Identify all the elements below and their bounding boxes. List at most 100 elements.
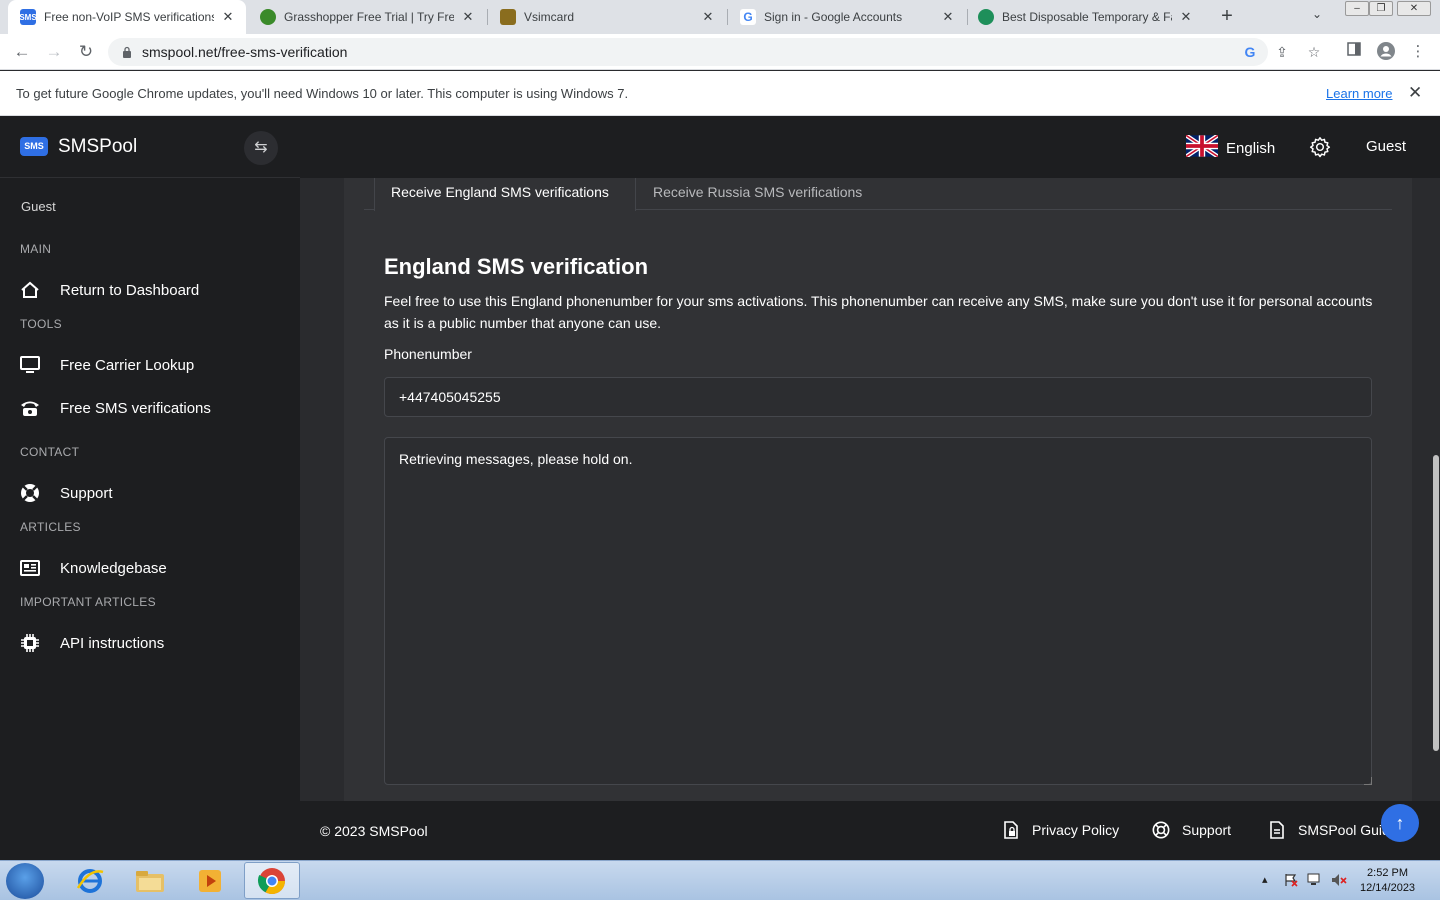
system-clock[interactable]: 2:52 PM 12/14/2023	[1360, 866, 1415, 896]
windows-taskbar: ▴ 2:52 PM 12/14/2023	[0, 860, 1440, 900]
close-tab-icon[interactable]: ✕	[1178, 9, 1194, 25]
privacy-policy-link[interactable]: Privacy Policy	[1002, 821, 1119, 839]
close-tab-icon[interactable]: ✕	[220, 9, 236, 25]
close-tab-icon[interactable]: ✕	[940, 9, 956, 25]
browser-tab-grasshopper[interactable]: Grasshopper Free Trial | Try Free ✕	[248, 0, 486, 34]
lock-icon[interactable]	[120, 45, 134, 59]
telephone-icon	[18, 396, 42, 420]
bookmark-star-icon[interactable]: ☆	[1306, 44, 1322, 60]
disposable-favicon-icon	[978, 9, 994, 25]
tab-russia[interactable]: Receive Russia SMS verifications	[653, 178, 862, 210]
sidebar-item-api-instructions[interactable]: API instructions	[18, 628, 282, 658]
language-label: English	[1226, 140, 1276, 157]
section-main-heading: MAIN	[20, 242, 52, 256]
clock-date: 12/14/2023	[1360, 882, 1416, 894]
home-icon	[18, 278, 42, 302]
sidebar-item-knowledgebase[interactable]: Knowledgebase	[18, 553, 282, 583]
internet-explorer-icon[interactable]	[62, 862, 118, 899]
browser-toolbar: ← → ↻ smspool.net/free-sms-verification …	[0, 34, 1440, 70]
lifebuoy-icon	[1152, 821, 1170, 839]
newspaper-icon	[18, 556, 42, 580]
page-footer: © 2023 SMSPool Privacy Policy Support SM…	[300, 801, 1440, 860]
sidebar-item-label: Free SMS verifications	[60, 399, 211, 417]
tab-england[interactable]: Receive England SMS verifications	[374, 178, 636, 211]
page-description: Feel free to use this England phonenumbe…	[384, 293, 1373, 331]
document-icon	[1268, 821, 1286, 839]
uk-flag-icon	[1184, 133, 1220, 162]
profile-avatar-icon[interactable]	[1376, 42, 1396, 62]
tab-search-chevron-icon[interactable]: ⌄	[1312, 7, 1322, 21]
forward-arrow-icon[interactable]: →	[44, 42, 64, 62]
chrome-menu-icon[interactable]: ⋮	[1408, 42, 1428, 62]
user-menu-guest[interactable]: Guest	[1366, 138, 1406, 155]
side-panel-icon[interactable]	[1344, 42, 1364, 62]
smspool-logo[interactable]: SMS	[20, 137, 48, 156]
copyright-text: © 2023 SMSPool	[320, 823, 428, 839]
section-contact-heading: CONTACT	[20, 445, 80, 459]
sidebar-item-support[interactable]: Support	[18, 478, 282, 508]
network-icon[interactable]	[1307, 873, 1323, 890]
browser-tab-disposable[interactable]: Best Disposable Temporary & Fa ✕	[966, 0, 1204, 34]
monitor-icon	[18, 353, 42, 377]
smspool-guide-link[interactable]: SMSPool Guide	[1268, 821, 1398, 839]
back-arrow-icon[interactable]: ←	[12, 42, 32, 62]
phone-number-label: Phonenumber	[384, 346, 472, 362]
sidebar-item-carrier-lookup[interactable]: Free Carrier Lookup	[18, 350, 282, 380]
sidebar-item-free-sms[interactable]: Free SMS verifications	[18, 393, 282, 423]
browser-tab-vsimcard[interactable]: Vsimcard ✕	[488, 0, 726, 34]
file-explorer-icon[interactable]	[122, 862, 178, 899]
sidebar-item-label: Return to Dashboard	[60, 281, 200, 299]
update-info-bar: To get future Google Chrome updates, you…	[0, 71, 1440, 116]
browser-tab-smspool[interactable]: SMS Free non-VoIP SMS verifications ✕	[8, 0, 246, 34]
sidebar-item-label: Knowledgebase	[60, 559, 167, 577]
media-player-icon[interactable]	[182, 862, 238, 899]
address-bar[interactable]: smspool.net/free-sms-verification G ⇪ ☆	[108, 38, 1320, 66]
close-tab-icon[interactable]: ✕	[700, 9, 716, 25]
close-icon[interactable]: ✕	[1408, 83, 1422, 103]
sidebar-brand: SMS SMSPool ⇆	[0, 116, 300, 178]
phone-number-field[interactable]	[384, 377, 1372, 417]
reload-icon[interactable]: ↻	[76, 42, 96, 62]
google-translate-icon[interactable]: G	[1242, 44, 1258, 60]
privacy-policy-label: Privacy Policy	[1032, 822, 1120, 838]
close-window-button[interactable]: ✕	[1397, 1, 1431, 16]
textarea-resize-handle[interactable]	[1364, 777, 1372, 785]
document-lock-icon	[1002, 821, 1020, 839]
sms-verification-card: Receive England SMS verifications Receiv…	[344, 178, 1412, 801]
language-selector[interactable]: English	[1184, 133, 1276, 162]
google-favicon-icon: G	[740, 9, 756, 25]
smspool-favicon-icon: SMS	[19, 9, 37, 25]
minimize-window-button[interactable]: –	[1345, 1, 1369, 16]
clock-time: 2:52 PM	[1367, 867, 1409, 879]
section-tools-heading: TOOLS	[20, 317, 62, 331]
windows-start-button[interactable]	[6, 863, 44, 899]
url-text: smspool.net/free-sms-verification	[142, 44, 348, 60]
close-tab-icon[interactable]: ✕	[460, 9, 476, 25]
learn-more-link[interactable]: Learn more	[1326, 86, 1392, 101]
action-center-flag-icon[interactable]	[1284, 873, 1298, 890]
volume-muted-icon[interactable]	[1331, 873, 1347, 890]
info-bar-message: To get future Google Chrome updates, you…	[16, 86, 629, 101]
messages-textarea[interactable]: Retrieving messages, please hold on.	[384, 437, 1372, 785]
brand-name[interactable]: SMSPool	[58, 136, 137, 158]
sidebar-user-name: Guest	[21, 199, 56, 214]
scroll-to-top-button[interactable]: ↑	[1381, 804, 1419, 842]
sidebar-toggle-button[interactable]: ⇆	[244, 131, 278, 165]
page-scrollbar-thumb[interactable]	[1433, 455, 1439, 751]
country-tabs: Receive England SMS verifications Receiv…	[364, 178, 1392, 211]
main-content: Receive England SMS verifications Receiv…	[300, 178, 1432, 801]
google-chrome-icon[interactable]	[244, 862, 300, 899]
show-hidden-icons-icon[interactable]: ▴	[1262, 873, 1268, 886]
share-icon[interactable]: ⇪	[1274, 44, 1290, 60]
browser-tab-google-signin[interactable]: G Sign in - Google Accounts ✕	[728, 0, 966, 34]
footer-support-link[interactable]: Support	[1152, 821, 1231, 839]
footer-support-label: Support	[1182, 822, 1232, 838]
restore-window-button[interactable]: ❐	[1369, 1, 1393, 16]
lifebuoy-icon	[18, 481, 42, 505]
vsimcard-favicon-icon	[500, 9, 516, 25]
section-articles-heading: ARTICLES	[20, 520, 81, 534]
new-tab-button[interactable]: +	[1216, 5, 1238, 27]
settings-gear-icon[interactable]	[1309, 136, 1331, 158]
sidebar-item-dashboard[interactable]: Return to Dashboard	[18, 275, 282, 305]
sidebar-item-label: Free Carrier Lookup	[60, 356, 195, 374]
